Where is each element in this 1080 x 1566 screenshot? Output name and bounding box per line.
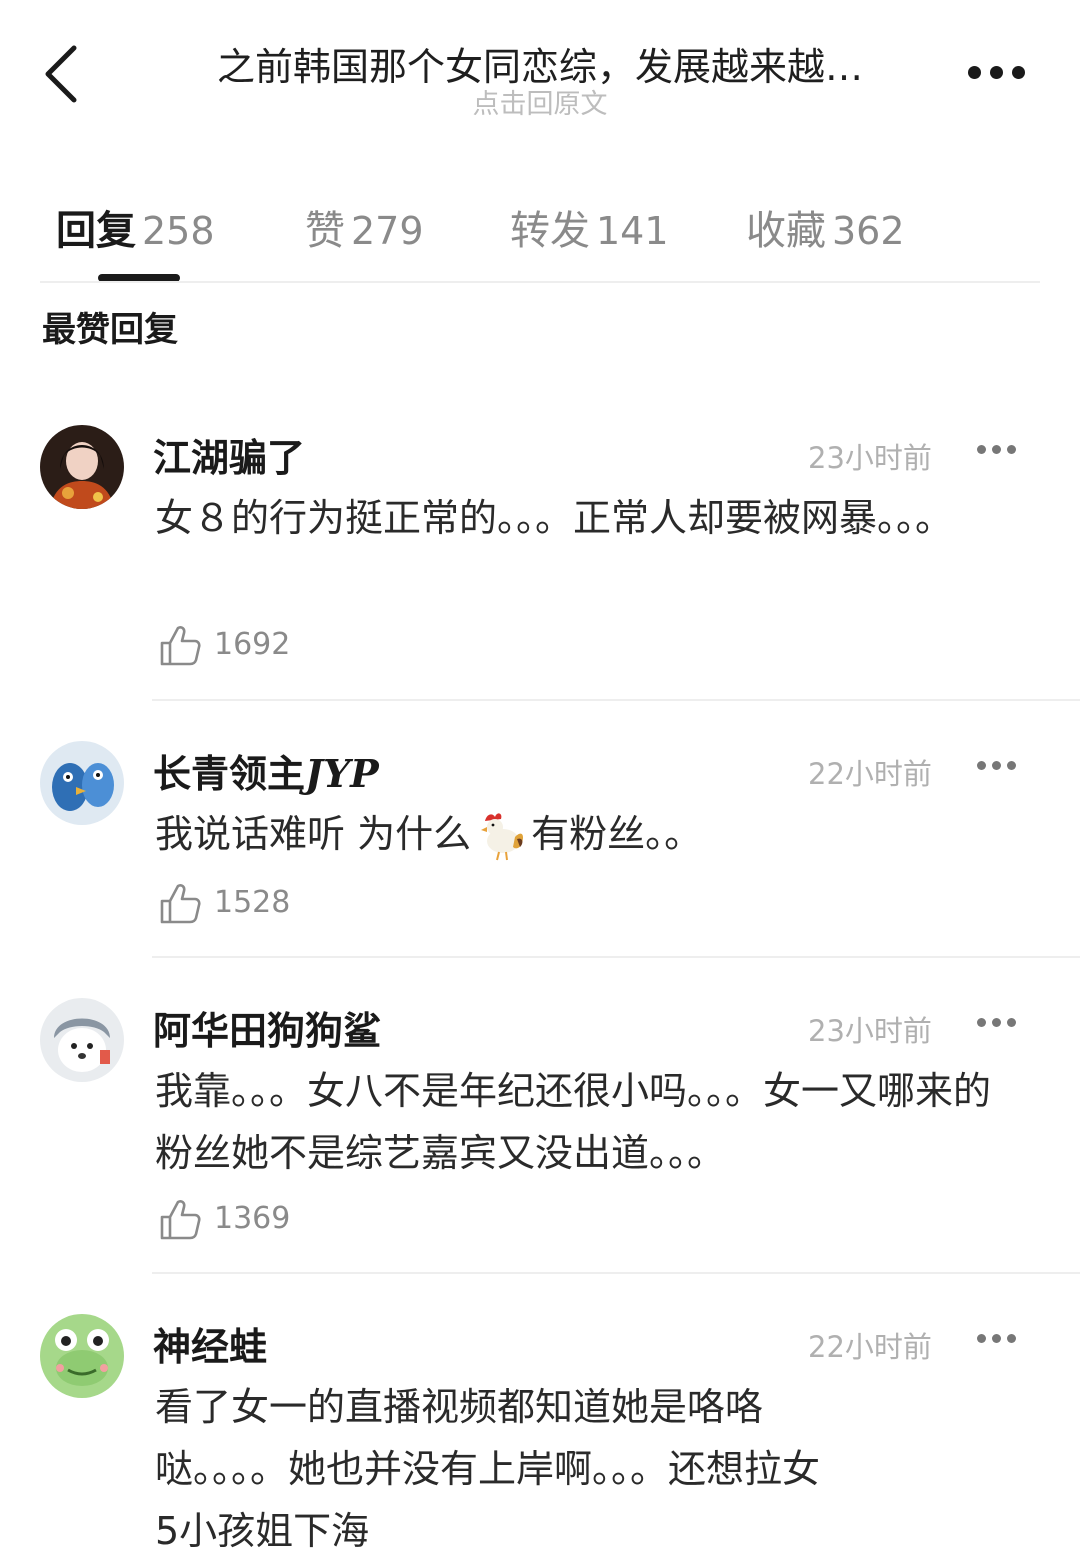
more-dots-icon[interactable] — [975, 1332, 1019, 1346]
avatar[interactable] — [40, 1314, 124, 1398]
tab-replies[interactable]: 回复 258 — [56, 198, 215, 256]
timestamp: 23小时前 — [808, 1014, 932, 1048]
divider — [40, 281, 1040, 283]
username[interactable]: 神经蛙 — [153, 1316, 267, 1371]
avatar[interactable] — [40, 741, 124, 825]
thumbs-up-icon — [160, 1200, 201, 1240]
divider — [152, 1272, 1080, 1274]
more-dots-icon[interactable] — [975, 759, 1019, 773]
tab-likes[interactable]: 赞 279 — [305, 198, 424, 256]
divider — [152, 956, 1080, 958]
thumbs-up-icon — [160, 626, 201, 666]
tab-reposts[interactable]: 转发 141 — [510, 198, 669, 256]
more-dots-icon[interactable] — [962, 60, 1032, 84]
more-dots-icon[interactable] — [975, 443, 1019, 457]
top-bar: 之前韩国那个女同恋综，发展越来越… 点击回原文 — [0, 0, 1080, 130]
username[interactable]: 长青领主JYP — [153, 743, 379, 798]
like-count: 1369 — [214, 1201, 291, 1236]
rooster-emoji — [481, 812, 524, 860]
comment-text: 我靠。。。女八不是年纪还很小吗。。。女一又哪来的粉丝她不是综艺嘉宾又没出道。。。 — [155, 1069, 992, 1175]
comment-text: 我说话难听 为什么 有粉丝。。 — [155, 803, 1025, 865]
avatar[interactable] — [40, 425, 124, 509]
username[interactable]: 阿华田狗狗鲨 — [153, 1000, 381, 1055]
more-dots-icon[interactable] — [975, 1016, 1019, 1030]
section-title: 最赞回复 — [42, 310, 178, 350]
tab-bar: 回复 258 赞 279 转发 141 收藏 362 — [0, 190, 1080, 285]
username[interactable]: 江湖骗了 — [153, 427, 305, 482]
back-to-original-link[interactable]: 点击回原文 — [150, 82, 930, 121]
divider — [152, 699, 1080, 701]
back-icon[interactable] — [40, 40, 90, 106]
comment-text: 女８的行为挺正常的。。。正常人却要被网暴。。。 — [155, 496, 954, 540]
timestamp: 23小时前 — [808, 441, 932, 475]
avatar[interactable] — [40, 998, 124, 1082]
thumbs-up-icon — [160, 884, 201, 924]
timestamp: 22小时前 — [808, 1330, 932, 1364]
comment-text: 看了女一的直播视频都知道她是咯咯 哒。。。。她也并没有上岸啊。。。还想拉女 5小… — [155, 1385, 821, 1553]
tab-favorites[interactable]: 收藏 362 — [746, 198, 905, 256]
like-count: 1528 — [214, 885, 291, 920]
timestamp: 22小时前 — [808, 757, 932, 791]
like-count: 1692 — [214, 627, 291, 662]
